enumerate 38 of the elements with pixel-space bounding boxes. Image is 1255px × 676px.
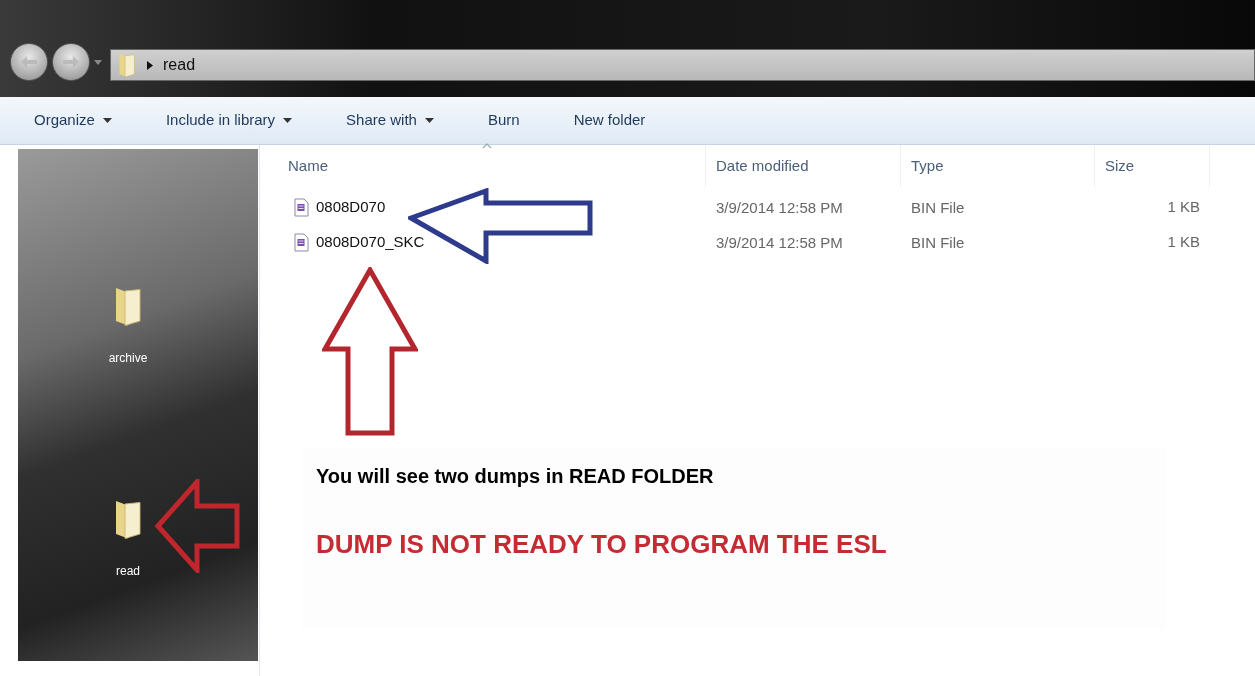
breadcrumb-item[interactable]: read bbox=[163, 53, 196, 77]
address-bar[interactable]: read bbox=[110, 49, 1255, 81]
annotation-warning: DUMP IS NOT READY TO PROGRAM THE ESL bbox=[316, 528, 888, 561]
toolbar-button[interactable]: Burn bbox=[477, 105, 530, 136]
size-cell-text: 1 KB bbox=[1167, 197, 1200, 218]
file-row[interactable]: 0808D070_SKC 3/9/2014 12:58 PM BIN File 1 KB bbox=[288, 225, 1255, 260]
back-button[interactable] bbox=[10, 43, 48, 81]
column-header[interactable]: Name bbox=[288, 154, 328, 178]
chevron-icon bbox=[147, 60, 153, 70]
type-cell: BIN File bbox=[911, 198, 965, 216]
size-cell-text: 1 KB bbox=[1167, 232, 1200, 253]
column-header[interactable]: Type bbox=[911, 154, 944, 178]
file-icon bbox=[294, 198, 309, 217]
file-name: 0808D070_SKC bbox=[316, 232, 425, 253]
toolbar-button[interactable]: Share with bbox=[336, 105, 444, 136]
caret-icon bbox=[102, 118, 112, 123]
sort-ascending-icon bbox=[482, 143, 492, 149]
forward-arrow-icon bbox=[63, 56, 79, 68]
file-row[interactable]: 0808D070 3/9/2014 12:58 PM BIN File 1 KB bbox=[288, 190, 1255, 225]
type-cell: BIN File bbox=[911, 233, 965, 251]
folder-label[interactable]: read bbox=[116, 562, 140, 580]
caret-icon bbox=[283, 118, 293, 123]
column-header[interactable]: Date modified bbox=[716, 154, 809, 178]
file-icon bbox=[294, 233, 309, 252]
column-header[interactable]: Size bbox=[1105, 154, 1135, 178]
date-cell: 3/9/2014 12:58 PM bbox=[716, 198, 843, 216]
toolbar-button[interactable]: New folder bbox=[563, 105, 656, 136]
folder-icon bbox=[117, 52, 137, 78]
caret-icon bbox=[424, 118, 434, 123]
forward-button[interactable] bbox=[52, 43, 90, 81]
annotation-note: You will see two dumps in READ FOLDER bbox=[316, 464, 715, 489]
back-arrow-icon bbox=[21, 56, 37, 68]
date-cell: 3/9/2014 12:58 PM bbox=[716, 233, 843, 251]
folder-label[interactable]: archive bbox=[108, 349, 148, 367]
toolbar-button[interactable]: Organize bbox=[24, 105, 122, 136]
toolbar-button[interactable]: Include in library bbox=[155, 105, 303, 136]
history-caret-icon[interactable] bbox=[94, 59, 102, 65]
file-name: 0808D070 bbox=[316, 197, 386, 218]
